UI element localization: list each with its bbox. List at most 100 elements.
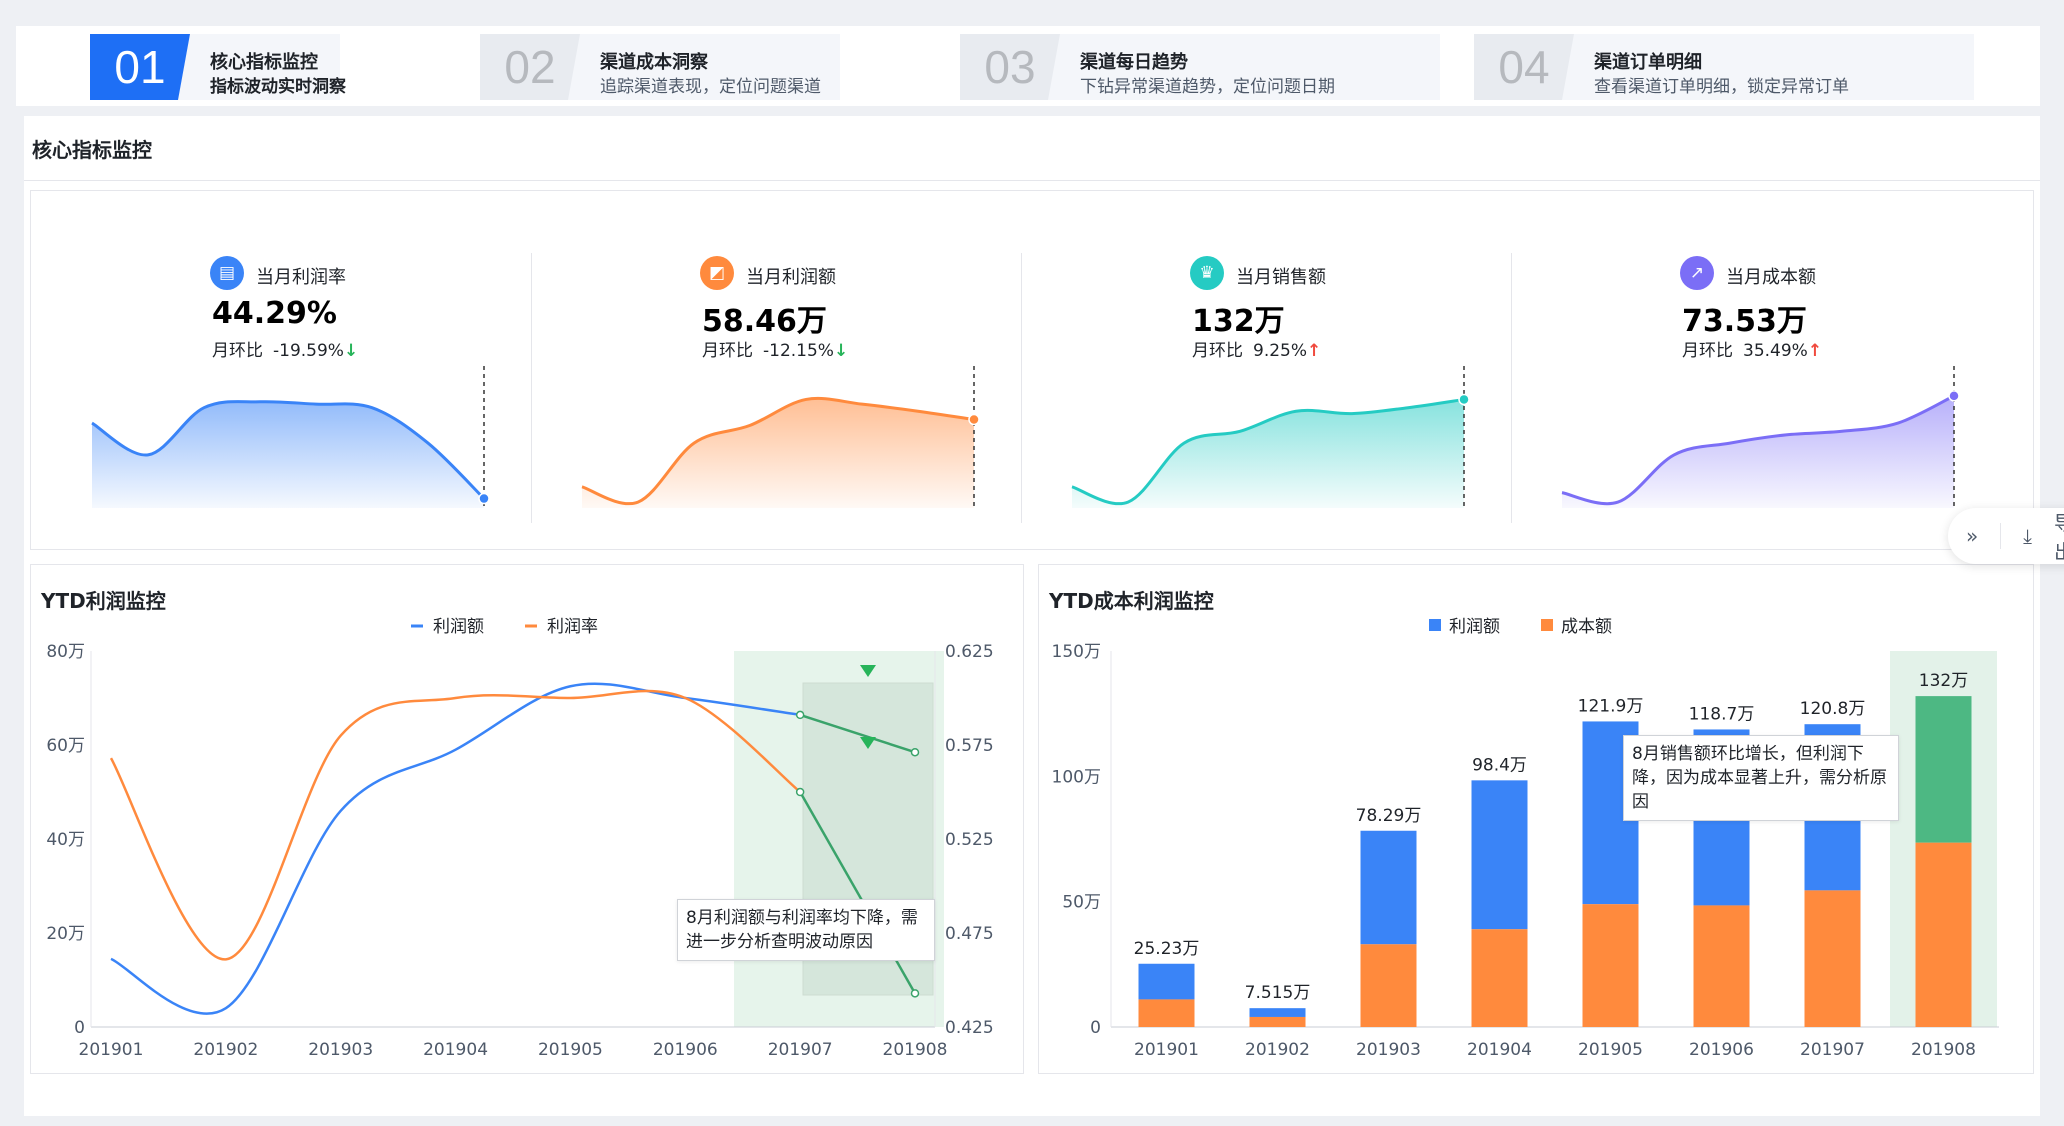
- x-tick-label: 201905: [1578, 1040, 1643, 1060]
- bar-total-label: 7.515万: [1245, 983, 1311, 1003]
- bar-total-label: 132万: [1919, 671, 1968, 691]
- y-tick-right: 0.575: [945, 736, 994, 756]
- y-tick: 100万: [1052, 767, 1101, 787]
- step-4-title: 渠道订单明细: [1594, 52, 1702, 73]
- legend-label: 成本额: [1561, 617, 1612, 637]
- collapse-icon[interactable]: »: [1966, 524, 1978, 548]
- step-4-number: 04: [1474, 34, 1574, 100]
- bar-cost: [1471, 929, 1528, 1027]
- bar-cost: [1804, 890, 1861, 1027]
- sparkline-last-point: [1458, 393, 1470, 406]
- step-1[interactable]: 01 核心指标监控 指标波动实时洞察: [90, 34, 346, 100]
- step-3-title: 渠道每日趋势: [1080, 52, 1188, 73]
- x-tick-label: 201902: [193, 1040, 258, 1060]
- bar-total-label: 78.29万: [1356, 806, 1422, 826]
- bar-profit: [1915, 696, 1972, 843]
- series-point: [795, 710, 805, 720]
- x-tick-label: 201902: [1245, 1040, 1310, 1060]
- series-point: [910, 989, 920, 998]
- y-tick-right: 0.625: [945, 642, 994, 662]
- y-tick-right: 0.425: [945, 1018, 994, 1038]
- step-4-desc: 查看渠道订单明细，锁定异常订单: [1594, 77, 1849, 97]
- series-line: [110, 682, 801, 1015]
- step-1-desc: 指标波动实时洞察: [210, 77, 346, 97]
- step-2-title: 渠道成本洞察: [600, 52, 708, 73]
- sparkline-last-point: [968, 413, 980, 426]
- legend-label: 利润额: [1449, 617, 1500, 637]
- y-tick-left: 40万: [46, 830, 85, 850]
- kpi-layer: ▤ 当月利润率 44.29% 月环比 -19.59%↓ ◩ 当月利润额 58.46…: [30, 190, 2034, 550]
- step-4[interactable]: 04 渠道订单明细 查看渠道订单明细，锁定异常订单: [1474, 34, 1974, 100]
- sparkline-last-point: [1948, 390, 1960, 402]
- legend-label: 利润额: [433, 617, 484, 637]
- step-1-number: 01: [90, 34, 190, 100]
- y-tick-right: 0.525: [945, 830, 994, 850]
- ytd-profit-chart: YTD利润监控 0 20万 40万 60万 80万 0.425 0.475 0.525 0.57…: [30, 564, 1024, 1074]
- bar-cost: [1582, 904, 1639, 1027]
- kpi-card[interactable]: ↗ 当月成本额 73.53万 月环比 35.49%↑: [1500, 190, 1990, 550]
- bar-profit: [1249, 1008, 1306, 1017]
- step-2[interactable]: 02 渠道成本洞察 追踪渠道表现，定位问题渠道: [480, 34, 840, 100]
- bar-total-label: 120.8万: [1800, 699, 1866, 719]
- kpi-sparkline: [1071, 366, 1470, 508]
- bar-profit: [1138, 963, 1195, 1000]
- x-tick-label: 201908: [1911, 1040, 1976, 1060]
- kpi-card[interactable]: ▤ 当月利润率 44.29% 月环比 -19.59%↓: [30, 190, 520, 550]
- side-toolbar[interactable]: » ⤓ 导出: [1948, 508, 2064, 564]
- legend-swatch: [1541, 619, 1553, 631]
- bar-cost: [1138, 999, 1195, 1027]
- x-tick-label: 201907: [1800, 1040, 1865, 1060]
- panel-divider: [24, 180, 2040, 181]
- bar-cost: [1249, 1016, 1306, 1027]
- x-tick-label: 201903: [308, 1040, 373, 1060]
- y-tick: 0: [1090, 1018, 1101, 1038]
- sparkline-area: [582, 398, 974, 508]
- kpi-card[interactable]: ◩ 当月利润额 58.46万 月环比 -12.15%↓: [520, 190, 1010, 550]
- legend-swatch: [1429, 619, 1441, 631]
- kpi-sparkline: [581, 366, 980, 508]
- x-tick-label: 201907: [768, 1040, 833, 1060]
- bar-total-label: 98.4万: [1472, 755, 1527, 775]
- x-tick-label: 201908: [883, 1040, 948, 1060]
- profit-annotation: 8月利润额与利润率均下降，需进一步分析查明波动原因: [677, 899, 935, 961]
- bar-cost: [1693, 905, 1750, 1027]
- step-nav: 01 核心指标监控 指标波动实时洞察 02 渠道成本洞察 追踪渠道表现，定位问题…: [16, 26, 2040, 106]
- kpi-sparkline: [1561, 366, 1960, 508]
- bar-total-label: 118.7万: [1689, 704, 1755, 724]
- x-tick-label: 201903: [1356, 1040, 1421, 1060]
- bar-cost: [1360, 944, 1417, 1027]
- sparkline-last-point: [478, 492, 490, 505]
- step-3-desc: 下钻异常渠道趋势，定位问题日期: [1080, 77, 1335, 97]
- bar-cost: [1915, 842, 1972, 1027]
- step-3[interactable]: 03 渠道每日趋势 下钻异常渠道趋势，定位问题日期: [960, 34, 1440, 100]
- bar-profit: [1360, 830, 1417, 945]
- x-tick-label: 201905: [538, 1040, 603, 1060]
- y-tick-left: 20万: [46, 924, 85, 944]
- sparkline-area: [1562, 395, 1954, 508]
- series-point: [910, 747, 920, 757]
- x-tick-label: 201901: [1134, 1040, 1199, 1060]
- y-tick: 50万: [1062, 893, 1101, 913]
- step-2-desc: 追踪渠道表现，定位问题渠道: [600, 77, 821, 97]
- x-tick-label: 201904: [1467, 1040, 1532, 1060]
- step-2-number: 02: [480, 34, 580, 100]
- kpi-sparkline: [91, 366, 490, 508]
- cost-annotation: 8月销售额环比增长，但利润下降，因为成本显著上升，需分析原因: [1623, 735, 1899, 821]
- ytd-profit-svg: 0 20万 40万 60万 80万 0.425 0.475 0.525 0.575 0.625 20…: [46, 617, 994, 1060]
- x-tick-label: 201906: [1689, 1040, 1754, 1060]
- y-tick-left: 80万: [46, 642, 85, 662]
- download-icon[interactable]: ⤓: [2023, 524, 2032, 548]
- step-3-number: 03: [960, 34, 1060, 100]
- series-point: [795, 787, 805, 797]
- toolbar-divider: [2000, 523, 2002, 549]
- bar-total-label: 25.23万: [1134, 939, 1200, 959]
- export-label[interactable]: 导出: [2054, 507, 2064, 565]
- y-tick-left: 60万: [46, 736, 85, 756]
- y-tick-right: 0.475: [945, 924, 994, 944]
- panel-title: 核心指标监控: [32, 138, 152, 162]
- sparkline-area: [1072, 399, 1464, 508]
- kpi-card[interactable]: ♛ 当月销售额 132万 月环比 9.25%↑: [1010, 190, 1500, 550]
- step-1-title: 核心指标监控: [210, 52, 318, 73]
- x-tick-label: 201904: [423, 1040, 488, 1060]
- y-tick-left: 0: [74, 1018, 85, 1038]
